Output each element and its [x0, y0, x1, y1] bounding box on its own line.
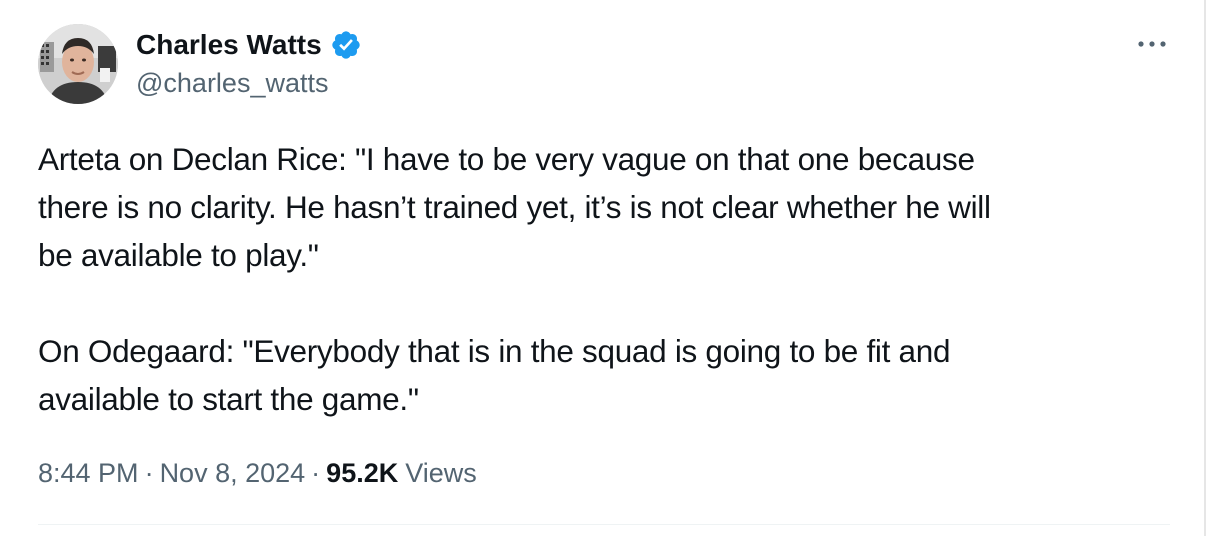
verified-badge-icon[interactable] [330, 29, 362, 61]
tweet-time[interactable]: 8:44 PM [38, 454, 139, 492]
tweet-text: Arteta on Declan Rice: "I have to be ver… [38, 141, 991, 417]
avatar-image [38, 24, 118, 104]
more-options-icon[interactable] [1136, 36, 1168, 52]
views-label[interactable]: Views [405, 454, 477, 492]
meta-separator: · [144, 458, 154, 488]
views-count[interactable]: 95.2K [326, 454, 398, 492]
tweet-date[interactable]: Nov 8, 2024 [160, 454, 306, 492]
tweet-card: Charles Watts @charles_watts Arteta on D… [0, 0, 1206, 536]
author-handle[interactable]: @charles_watts [136, 68, 328, 99]
author-avatar[interactable] [38, 24, 118, 104]
author-name-row: Charles Watts [136, 26, 362, 64]
meta-separator: · [311, 458, 321, 488]
tweet-meta: 8:44 PM · Nov 8, 2024 · 95.2K Views [38, 454, 477, 492]
bottom-divider [38, 524, 1170, 525]
author-display-name[interactable]: Charles Watts [136, 29, 322, 61]
